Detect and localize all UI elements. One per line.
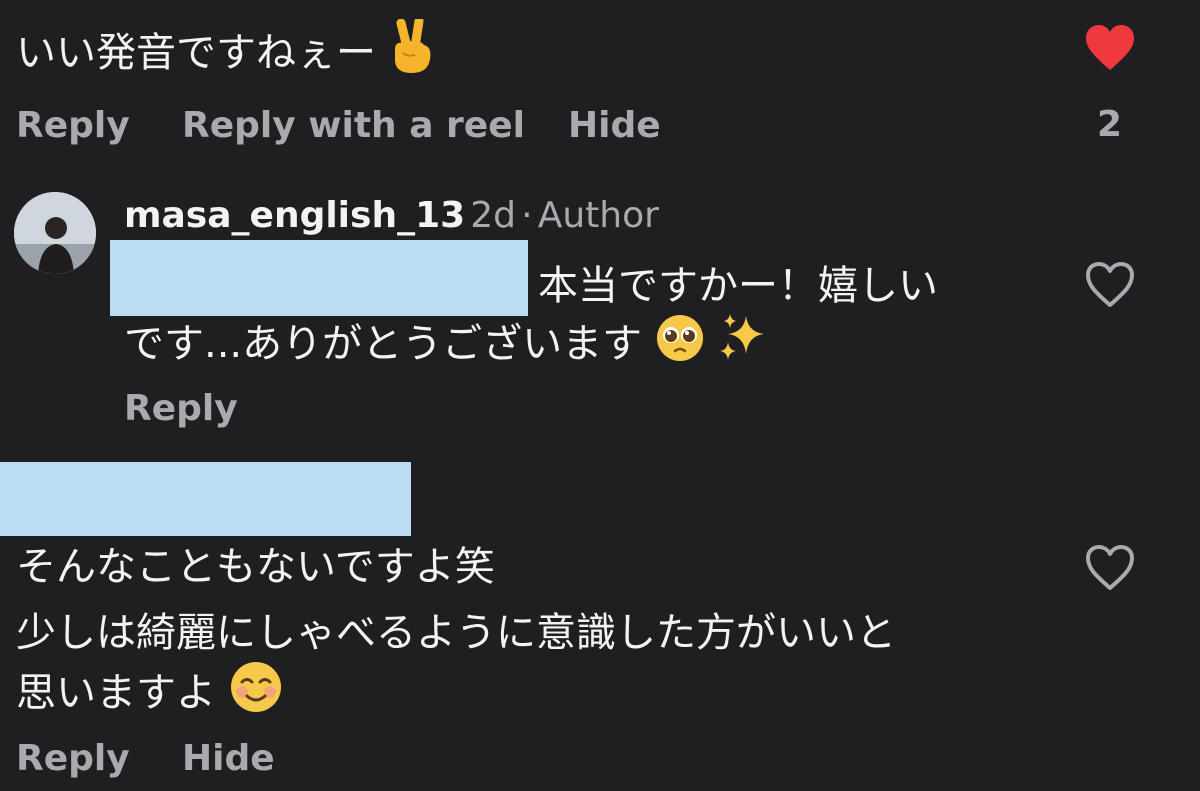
smiling-face-emoji-icon	[229, 660, 283, 730]
comment-2-like-button[interactable]	[1084, 261, 1136, 313]
heart-filled-icon	[1086, 25, 1134, 70]
comment-1-reply-button[interactable]: Reply	[16, 104, 130, 148]
comment-3-line-3: 思いますよ	[16, 670, 216, 716]
username[interactable]: masa_english_13	[124, 195, 465, 236]
heart-outline-icon	[1086, 262, 1134, 307]
comment-2-line-2: です...ありがとうございます	[124, 321, 643, 367]
meta-separator: ·	[521, 195, 533, 236]
comment-2-header: masa_english_13 2d · Author	[124, 192, 659, 246]
comment-1-like-button[interactable]	[1084, 24, 1136, 76]
avatar[interactable]	[14, 192, 96, 274]
avatar-photo-icon	[14, 192, 96, 274]
comment-2-reply-button[interactable]: Reply	[124, 387, 238, 431]
comment-1-reply-with-reel-button[interactable]: Reply with a reel	[182, 104, 525, 148]
comment-2-line-1: 本当ですかー！嬉しい	[538, 263, 938, 309]
comment-1-text-row: いい発音ですねぇー	[16, 16, 435, 91]
comment-2-line-2-row: です...ありがとうございます	[124, 312, 770, 380]
heart-outline-icon	[1086, 545, 1134, 590]
sparkles-emoji-icon	[718, 312, 770, 380]
comment-3-like-button[interactable]	[1084, 544, 1136, 596]
author-badge: Author	[537, 195, 659, 236]
comment-1-text: いい発音ですねぇー	[16, 30, 376, 76]
redacted-username	[0, 462, 411, 536]
comment-3-line-3-row: 思いますよ	[16, 660, 283, 730]
comment-1-hide-button[interactable]: Hide	[568, 104, 661, 148]
comment-3-line-2: 少しは綺麗にしゃべるように意識した方がいいと	[16, 610, 896, 656]
comment-3-reply-button[interactable]: Reply	[16, 737, 130, 781]
redacted-mention	[110, 240, 528, 316]
comment-3-hide-button[interactable]: Hide	[182, 737, 275, 781]
comment-2-time: 2d	[470, 195, 517, 236]
comment-3-line-1: そんなこともないですよ笑	[16, 544, 495, 590]
comment-1-like-count: 2	[1097, 104, 1123, 145]
pleading-face-emoji-icon	[655, 313, 705, 379]
peace-hand-emoji-icon	[389, 16, 435, 91]
